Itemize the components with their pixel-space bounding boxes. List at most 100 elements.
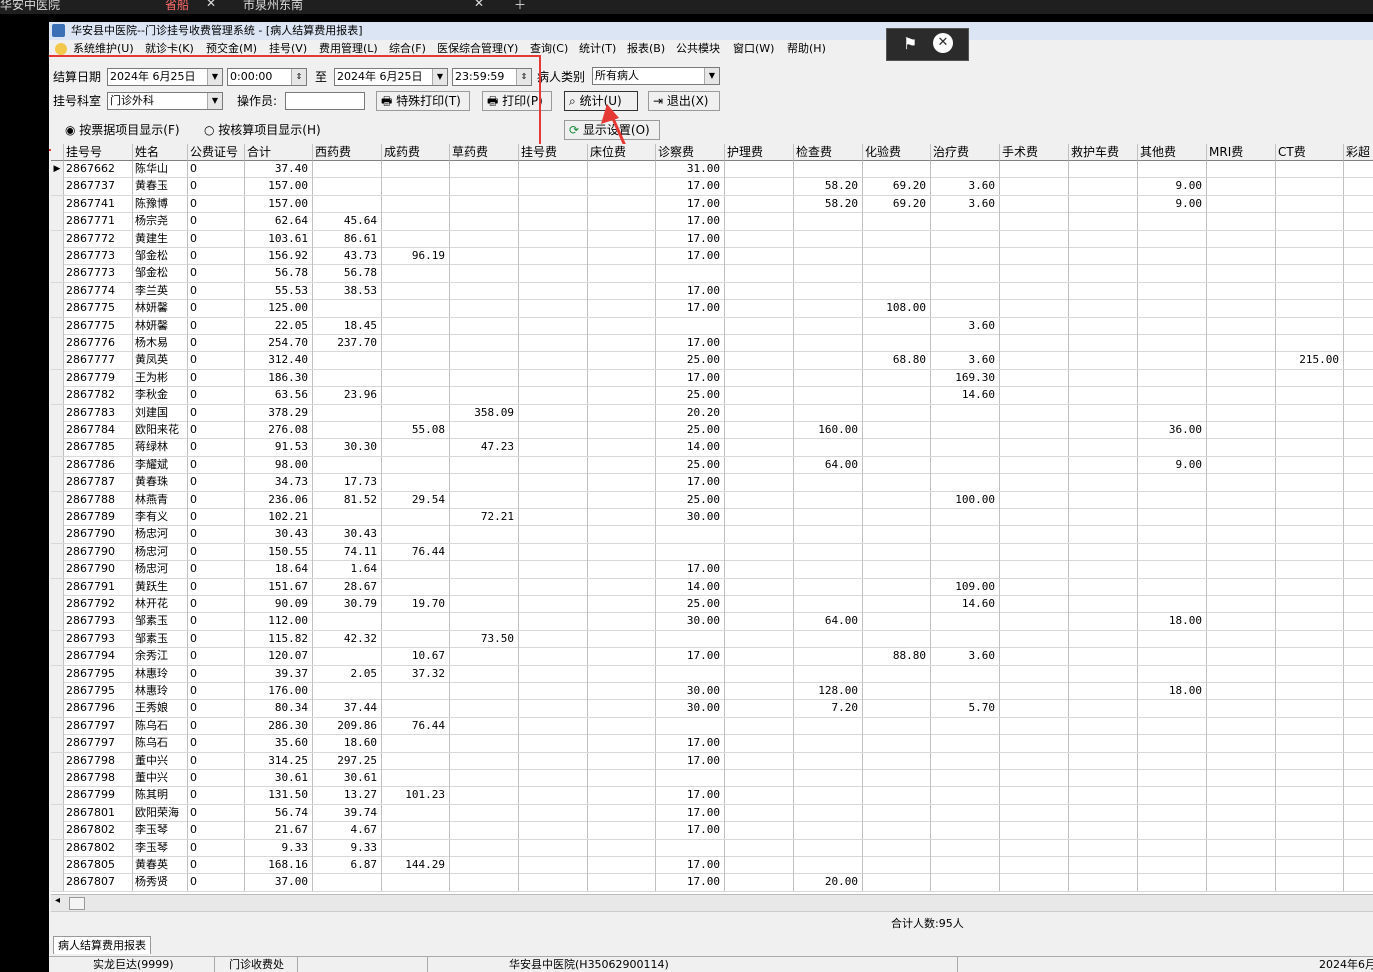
start-time-input[interactable]: 0:00:00 ⇕ [227, 68, 307, 86]
column-header[interactable]: 姓名 [133, 144, 188, 161]
row-selector[interactable] [51, 804, 64, 822]
table-row[interactable]: 2867787 黄春珠 0 34.73 17.73 17.00 [51, 474, 1373, 492]
table-row[interactable]: 2867785 蒋绿林 0 91.53 30.30 47.23 14.00 [51, 439, 1373, 457]
row-selector[interactable] [51, 404, 64, 422]
browser-tab-2[interactable]: 省船 [165, 0, 189, 13]
menu-card[interactable]: 就诊卡(K) [145, 40, 194, 58]
table-row[interactable]: 2867771 杨宗尧 0 62.64 45.64 17.00 [51, 213, 1373, 231]
new-tab-icon[interactable]: ＋ [514, 0, 526, 13]
operator-input[interactable] [285, 92, 365, 110]
row-selector[interactable] [51, 787, 64, 805]
special-print-button[interactable]: 🖶 特殊打印(T) [376, 91, 470, 111]
row-selector[interactable] [51, 456, 64, 474]
row-selector[interactable] [51, 335, 64, 352]
row-selector[interactable] [51, 422, 64, 439]
table-row[interactable]: 2867775 林妍馨 0 125.00 17.00 108.00 [51, 300, 1373, 318]
row-selector[interactable] [51, 857, 64, 874]
table-row[interactable]: 2867796 王秀娘 0 80.34 37.44 30.00 7.20 5.70 [51, 700, 1373, 718]
dept-select[interactable]: 门诊外科 ▼ [107, 92, 223, 110]
table-row[interactable]: 2867799 陈其明 0 131.50 13.27 101.23 17.00 [51, 787, 1373, 805]
row-selector[interactable] [51, 317, 64, 335]
column-header[interactable]: 挂号号 [64, 144, 133, 161]
row-selector[interactable] [51, 526, 64, 544]
table-row[interactable]: 2867793 邹素玉 0 115.82 42.32 73.50 [51, 630, 1373, 649]
column-header[interactable]: 护理费 [725, 144, 794, 161]
row-selector[interactable] [51, 213, 64, 231]
column-header[interactable]: 公费证号 [188, 144, 245, 161]
row-selector[interactable] [51, 613, 64, 631]
column-header[interactable]: 其他费 [1138, 144, 1207, 161]
tab-report[interactable]: 病人结算费用报表 [53, 936, 151, 954]
row-selector[interactable] [51, 300, 64, 318]
row-selector[interactable] [51, 248, 64, 265]
patient-type-select[interactable]: 所有病人 ▼ [592, 67, 720, 85]
table-row[interactable]: 2867805 黄春英 0 168.16 6.87 144.29 17.00 [51, 857, 1373, 875]
table-row[interactable]: ▶ 2867662 陈华山 0 37.40 31.00 [51, 161, 1373, 179]
table-row[interactable]: 2867774 李兰英 0 55.53 38.53 17.00 [51, 282, 1373, 301]
menu-insurance[interactable]: 医保综合管理(Y) [437, 40, 518, 58]
table-row[interactable]: 2867790 杨忠河 0 30.43 30.43 [51, 526, 1373, 544]
menu-public[interactable]: 公共模块 [676, 40, 720, 58]
column-header[interactable]: MRI费 [1207, 144, 1276, 161]
row-selector[interactable] [51, 509, 64, 526]
table-row[interactable]: 2867737 黄春玉 0 157.00 17.00 58.20 69.20 3.60 9.00 [51, 178, 1373, 196]
table-row[interactable]: 2867802 李玉琴 0 21.67 4.67 17.00 [51, 822, 1373, 840]
row-selector[interactable] [51, 770, 64, 787]
row-selector[interactable] [51, 822, 64, 840]
row-selector[interactable] [51, 543, 64, 561]
column-header[interactable]: 合计 [245, 144, 313, 161]
row-selector[interactable] [51, 282, 64, 300]
column-header[interactable]: CT费 [1276, 144, 1344, 161]
flag-icon[interactable]: ⚑ [903, 34, 917, 53]
table-row[interactable]: 2867798 董中兴 0 314.25 297.25 17.00 [51, 752, 1373, 770]
row-selector[interactable] [51, 561, 64, 579]
menu-reports[interactable]: 报表(B) [627, 40, 665, 58]
column-header[interactable]: 手术费 [1000, 144, 1069, 161]
column-header[interactable]: 成药费 [382, 144, 450, 161]
radio-by-account[interactable]: ○ 按核算项目显示(H) [204, 121, 321, 139]
table-row[interactable]: 2867798 董中兴 0 30.61 30.61 [51, 770, 1373, 788]
row-selector[interactable] [51, 352, 64, 370]
table-row[interactable]: 2867786 李耀斌 0 98.00 25.00 64.00 9.00 [51, 456, 1373, 475]
table-row[interactable]: 2867773 邹金松 0 56.78 56.78 [51, 265, 1373, 283]
print-button[interactable]: 🖶 打印(P) [482, 91, 552, 111]
close-icon[interactable]: ✕ [933, 33, 953, 53]
table-row[interactable]: 2867794 余秀江 0 120.07 10.67 17.00 88.80 3.60 [51, 648, 1373, 666]
scroll-left-icon[interactable]: ◂ [55, 895, 60, 906]
row-selector[interactable] [51, 700, 64, 718]
row-selector[interactable] [51, 230, 64, 248]
menu-window[interactable]: 窗口(W) [733, 40, 774, 58]
table-row[interactable]: 2867795 林惠玲 0 176.00 30.00 128.00 18.00 [51, 683, 1373, 701]
row-selector[interactable] [51, 369, 64, 387]
row-selector[interactable] [51, 387, 64, 405]
table-row[interactable]: 2867783 刘建国 0 378.29 358.09 20.20 [51, 404, 1373, 422]
column-header[interactable]: 化验费 [863, 144, 931, 161]
column-header[interactable]: 诊察费 [656, 144, 725, 161]
row-selector[interactable] [51, 735, 64, 753]
horizontal-scrollbar[interactable]: ◂ [51, 894, 1373, 911]
row-selector[interactable] [51, 439, 64, 457]
table-row[interactable]: 2867775 林妍馨 0 22.05 18.45 3.60 [51, 317, 1373, 335]
column-header[interactable]: 草药费 [450, 144, 519, 161]
menu-fees[interactable]: 费用管理(L) [319, 40, 378, 58]
row-selector[interactable] [51, 683, 64, 700]
table-row[interactable]: 2867772 黄建生 0 103.61 86.61 17.00 [51, 230, 1373, 248]
table-row[interactable]: 2867789 李有义 0 102.21 72.21 30.00 [51, 509, 1373, 527]
table-row[interactable]: 2867782 李秋金 0 63.56 23.96 25.00 14.60 [51, 387, 1373, 405]
column-header[interactable]: 床位费 [588, 144, 656, 161]
browser-tab-1[interactable]: 华安中医院 [0, 0, 60, 13]
column-header[interactable]: 挂号费 [519, 144, 588, 161]
table-row[interactable]: 2867779 王为彬 0 186.30 17.00 169.30 [51, 369, 1373, 388]
table-row[interactable]: 2867797 陈乌石 0 35.60 18.60 17.00 [51, 735, 1373, 753]
row-selector[interactable] [51, 630, 64, 648]
menu-stats[interactable]: 统计(T) [579, 40, 616, 58]
table-row[interactable]: 2867776 杨木易 0 254.70 237.70 17.00 [51, 335, 1373, 353]
table-row[interactable]: 2867795 林惠玲 0 39.37 2.05 37.32 [51, 665, 1373, 683]
table-row[interactable]: 2867777 黄凤英 0 312.40 25.00 68.80 3.60 215.00 [51, 352, 1373, 370]
row-selector[interactable] [51, 491, 64, 509]
scroll-thumb[interactable] [69, 897, 85, 910]
row-selector[interactable] [51, 717, 64, 735]
column-header[interactable]: 治疗费 [931, 144, 1000, 161]
row-selector[interactable] [51, 648, 64, 666]
table-row[interactable]: 2867797 陈乌石 0 286.30 209.86 76.44 [51, 717, 1373, 736]
